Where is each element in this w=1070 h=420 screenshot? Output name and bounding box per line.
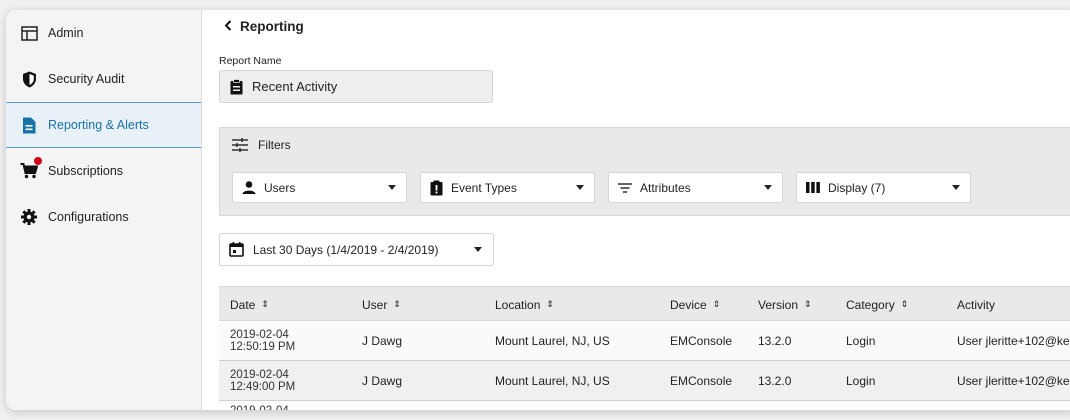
table-header: Date ⇕ User ⇕ Location ⇕ Device ⇕ Version ⇕ C… — [219, 286, 1070, 321]
caret-down-icon — [474, 247, 482, 252]
cell-category: Login — [846, 334, 876, 348]
sidebar-item-label: Configurations — [48, 210, 129, 224]
report-name-value: Recent Activity — [252, 79, 338, 94]
user-icon — [242, 181, 256, 194]
column-header-activity[interactable]: Activity — [957, 287, 995, 322]
gear-icon — [20, 208, 38, 226]
document-icon — [20, 116, 38, 134]
caret-down-icon — [952, 185, 960, 190]
chevron-left-icon — [224, 18, 232, 34]
date-range-dropdown[interactable]: Last 30 Days (1/4/2019 - 2/4/2019) — [219, 233, 494, 266]
table-icon — [20, 24, 38, 42]
cell-version: 13.2.0 — [758, 374, 792, 388]
filters-title: Filters — [258, 138, 291, 152]
column-header-user[interactable]: User ⇕ — [362, 287, 401, 322]
cell-user: J Dawg — [362, 334, 403, 348]
cart-icon — [20, 162, 38, 180]
app-window: Admin Security Audit Reporting & Alerts … — [6, 10, 1070, 410]
filters-panel: Filters Users Event Types Attributes Dis… — [219, 127, 1070, 216]
sidebar-item-label: Security Audit — [48, 72, 125, 86]
clipboard-icon — [230, 78, 243, 95]
page-title: Reporting — [240, 18, 304, 34]
cell-activity: User jleritte+102@ke — [957, 374, 1070, 388]
cell-user: J Dawg — [362, 374, 403, 388]
sliders-icon — [232, 138, 248, 152]
sort-icon: ⇕ — [546, 299, 554, 309]
report-name-field[interactable]: Recent Activity — [219, 70, 493, 103]
sidebar-item-label: Reporting & Alerts — [48, 118, 149, 132]
cell-version: 13.2.0 — [758, 334, 792, 348]
column-header-version[interactable]: Version ⇕ — [758, 287, 812, 322]
column-header-date[interactable]: Date ⇕ — [230, 287, 269, 322]
cell-date: 2019-02-04 — [230, 401, 289, 410]
alert-icon — [430, 180, 443, 196]
sidebar-item-configurations[interactable]: Configurations — [6, 194, 201, 240]
column-header-category[interactable]: Category ⇕ — [846, 287, 908, 322]
cell-category: Login — [846, 374, 876, 388]
table-row[interactable]: 2019-02-04 12:49:00 PM J Dawg Mount Laure… — [219, 361, 1070, 401]
sort-icon: ⇕ — [393, 299, 401, 309]
cell-date: 2019-02-04 12:49:00 PM — [230, 369, 296, 393]
report-name-label: Report Name — [219, 55, 282, 67]
column-header-location[interactable]: Location ⇕ — [495, 287, 554, 322]
cell-device: EMConsole — [670, 374, 733, 388]
table-row[interactable]: 2019-02-04 — [219, 401, 1070, 410]
sort-icon: ⇕ — [900, 299, 909, 309]
cell-location: Mount Laurel, NJ, US — [495, 374, 610, 388]
sort-icon: ⇕ — [804, 299, 812, 309]
users-dropdown[interactable]: Users — [232, 172, 407, 203]
sidebar: Admin Security Audit Reporting & Alerts … — [6, 10, 202, 410]
sidebar-item-label: Admin — [48, 26, 84, 40]
attributes-dropdown-label: Attributes — [640, 180, 691, 195]
sidebar-item-security-audit[interactable]: Security Audit — [6, 56, 201, 102]
notification-badge — [34, 157, 42, 165]
cell-location: Mount Laurel, NJ, US — [495, 334, 610, 348]
table-row[interactable]: 2019-02-04 12:50:19 PM J Dawg Mount Laure… — [219, 321, 1070, 361]
sidebar-item-label: Subscriptions — [48, 164, 124, 178]
event-types-dropdown[interactable]: Event Types — [420, 172, 595, 203]
attributes-dropdown[interactable]: Attributes — [608, 172, 783, 203]
sidebar-item-subscriptions[interactable]: Subscriptions — [6, 148, 201, 194]
sidebar-item-admin[interactable]: Admin — [6, 10, 201, 56]
caret-down-icon — [388, 185, 396, 190]
caret-down-icon — [764, 185, 772, 190]
calendar-icon — [229, 242, 244, 257]
event-types-dropdown-label: Event Types — [451, 180, 517, 195]
date-range-label: Last 30 Days (1/4/2019 - 2/4/2019) — [253, 242, 439, 257]
display-dropdown[interactable]: Display (7) — [796, 172, 971, 203]
display-dropdown-label: Display (7) — [828, 180, 886, 195]
filters-header: Filters — [232, 138, 291, 152]
back-link[interactable]: Reporting — [224, 18, 304, 34]
main-content: Reporting Report Name Recent Activity Fi… — [202, 10, 1070, 410]
filter-lines-icon — [618, 182, 632, 193]
sort-icon: ⇕ — [261, 299, 269, 309]
caret-down-icon — [576, 185, 584, 190]
cell-date: 2019-02-04 12:50:19 PM — [230, 329, 296, 353]
sort-icon: ⇕ — [712, 299, 721, 309]
sidebar-item-reporting-alerts[interactable]: Reporting & Alerts — [6, 102, 201, 148]
activity-table: Date ⇕ User ⇕ Location ⇕ Device ⇕ Version ⇕ C… — [219, 286, 1070, 410]
shield-icon — [20, 70, 38, 88]
columns-icon — [806, 182, 820, 193]
cell-activity: User jleritte+102@ke — [957, 334, 1070, 348]
column-header-device[interactable]: Device ⇕ — [670, 287, 720, 322]
users-dropdown-label: Users — [264, 180, 296, 195]
cell-device: EMConsole — [670, 334, 733, 348]
